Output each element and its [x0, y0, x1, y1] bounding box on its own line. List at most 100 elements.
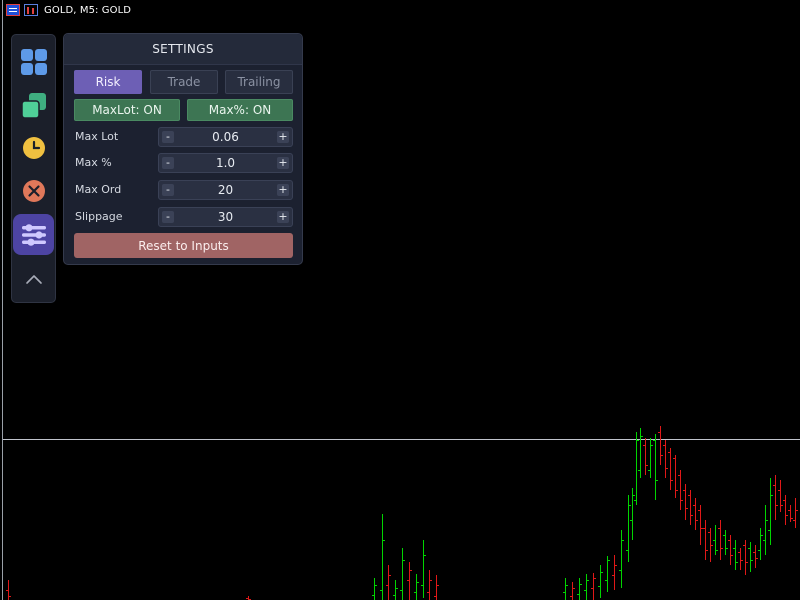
ohlc-bar — [414, 574, 419, 600]
ohlc-bar — [577, 578, 582, 600]
ohlc-bar — [698, 505, 703, 545]
tab-trailing[interactable]: Trailing — [225, 70, 293, 94]
max-lot-label: Max Lot — [75, 130, 119, 143]
ohlc-bar — [713, 525, 718, 555]
ohlc-bar — [768, 478, 773, 545]
tab-bar: Risk Trade Trailing — [74, 70, 293, 94]
max-orders-decrement-button[interactable]: - — [162, 184, 174, 196]
chart-symbol-title: GOLD, M5: GOLD — [44, 4, 132, 16]
max-lot-value[interactable]: 0.06 — [177, 130, 274, 144]
ohlc-bar — [673, 455, 678, 498]
ohlc-bar — [393, 580, 398, 600]
max-orders-increment-button[interactable]: + — [277, 184, 289, 196]
ohlc-bar — [427, 570, 432, 600]
toolbar-collapse-button[interactable] — [13, 259, 54, 300]
ohlc-bar — [693, 498, 698, 530]
slippage-row: Slippage - 30 + — [74, 207, 293, 227]
max-lot-increment-button[interactable]: + — [277, 131, 289, 143]
max-orders-row: Max Ord - 20 + — [74, 180, 293, 200]
ohlc-bar — [788, 505, 793, 522]
clock-icon — [22, 136, 45, 159]
toolbar-close-button[interactable] — [13, 170, 54, 211]
ohlc-bar — [612, 555, 617, 590]
ohlc-bar — [793, 498, 798, 528]
toolbar-clock-button[interactable] — [13, 127, 54, 168]
ohlc-bar — [570, 582, 575, 600]
ohlc-bar — [728, 535, 733, 565]
slippage-stepper: - 30 + — [158, 207, 293, 227]
max-orders-label: Max Ord — [75, 183, 122, 196]
tab-risk[interactable]: Risk — [74, 70, 142, 94]
ohlc-bar — [626, 495, 631, 562]
ohlc-bar — [708, 528, 713, 562]
toolbar-settings-button[interactable] — [13, 214, 54, 255]
toolbar-grid-button[interactable] — [13, 41, 54, 82]
slippage-decrement-button[interactable]: - — [162, 211, 174, 223]
ohlc-bar — [638, 428, 643, 478]
ohlc-bar — [563, 578, 568, 600]
ohlc-bar — [703, 520, 708, 560]
ohlc-bar — [372, 578, 377, 600]
ohlc-bar — [591, 573, 596, 600]
slippage-value[interactable]: 30 — [177, 210, 274, 224]
max-lot-decrement-button[interactable]: - — [162, 131, 174, 143]
ohlc-bar — [683, 484, 688, 520]
panel-header: SETTINGS — [64, 34, 302, 65]
ohlc-bar — [658, 426, 663, 465]
list-icon[interactable] — [6, 4, 20, 16]
max-lot-row: Max Lot - 0.06 + — [74, 127, 293, 147]
reset-to-inputs-button[interactable]: Reset to Inputs — [74, 233, 293, 258]
ohlc-bar — [380, 514, 385, 600]
toggle-group: MaxLot: ON Max%: ON — [74, 99, 293, 121]
copy-icon — [20, 92, 46, 119]
ohlc-bar — [663, 440, 668, 478]
ohlc-bar — [753, 545, 758, 568]
ohlc-bar — [386, 565, 391, 600]
ohlc-bar — [668, 448, 673, 490]
max-percent-label: Max % — [75, 156, 112, 169]
ohlc-bar — [718, 520, 723, 560]
max-percent-stepper: - 1.0 + — [158, 153, 293, 173]
max-percent-increment-button[interactable]: + — [277, 157, 289, 169]
bars-icon[interactable] — [24, 4, 38, 16]
ohlc-bar — [733, 540, 738, 570]
tab-trade[interactable]: Trade — [150, 70, 218, 94]
ohlc-bar — [630, 488, 635, 540]
chart-border — [2, 0, 3, 600]
ohlc-bar — [743, 540, 748, 575]
close-circle-icon — [22, 179, 45, 202]
max-percent-value[interactable]: 1.0 — [177, 156, 274, 170]
panel-title: SETTINGS — [152, 42, 214, 56]
maxlot-toggle-button[interactable]: MaxLot: ON — [74, 99, 180, 121]
ohlc-bar — [6, 580, 11, 600]
grid-icon — [20, 48, 47, 75]
ohlc-bar — [758, 528, 763, 560]
max-percent-row: Max % - 1.0 + — [74, 153, 293, 173]
ohlc-bar — [738, 548, 743, 570]
ohlc-bar — [723, 530, 728, 555]
max-lot-stepper: - 0.06 + — [158, 127, 293, 147]
maxpct-toggle-button[interactable]: Max%: ON — [187, 99, 293, 121]
ohlc-bar — [773, 475, 778, 520]
ohlc-bar — [688, 490, 693, 525]
max-orders-stepper: - 20 + — [158, 180, 293, 200]
slippage-label: Slippage — [75, 210, 123, 223]
ohlc-bar — [648, 438, 653, 478]
ohlc-bar — [400, 548, 405, 600]
sliders-icon — [21, 223, 46, 246]
ohlc-bar — [584, 574, 589, 600]
max-orders-value[interactable]: 20 — [177, 183, 274, 197]
ohlc-bar — [246, 596, 251, 600]
ohlc-bar — [619, 530, 624, 588]
ohlc-bar — [634, 432, 639, 505]
ohlc-bar — [407, 562, 412, 600]
slippage-increment-button[interactable]: + — [277, 211, 289, 223]
ohlc-bar — [678, 470, 683, 510]
ohlc-bar — [748, 542, 753, 572]
ohlc-bar — [763, 505, 768, 555]
ohlc-bar — [598, 565, 603, 598]
max-percent-decrement-button[interactable]: - — [162, 157, 174, 169]
ohlc-bar — [653, 434, 658, 500]
ohlc-bar — [643, 438, 648, 475]
toolbar-copy-button[interactable] — [13, 85, 54, 126]
